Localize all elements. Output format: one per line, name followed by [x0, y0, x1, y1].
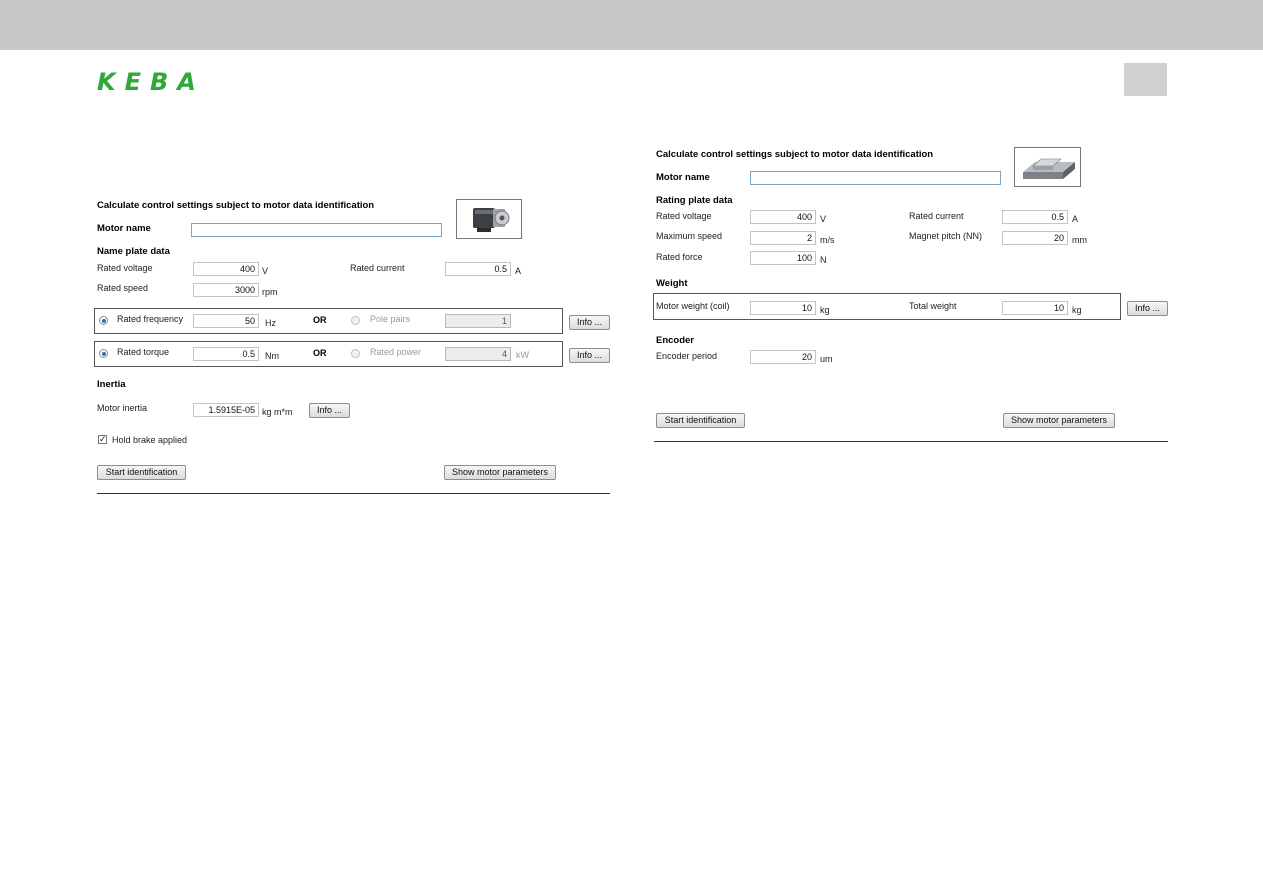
or-label: OR: [313, 315, 327, 325]
rotary-motor-icon: [456, 199, 522, 239]
motor-inertia-field[interactable]: 1.5915E-05: [193, 403, 259, 417]
right-start-identification-button[interactable]: Start identification: [656, 413, 745, 428]
rated-torque-unit: Nm: [265, 351, 279, 361]
rated-speed-unit: rpm: [262, 287, 278, 297]
r-rated-current-field[interactable]: 0.5: [1002, 210, 1068, 224]
r-rated-voltage-field[interactable]: 400: [750, 210, 816, 224]
left-motor-name-field[interactable]: [191, 223, 442, 237]
frequency-info-button[interactable]: Info ...: [569, 315, 610, 330]
rated-speed-label: Rated speed: [97, 283, 149, 293]
pole-pairs-field[interactable]: 1: [445, 314, 511, 328]
r-rated-current-unit: A: [1072, 214, 1079, 224]
motor-inertia-label: Motor inertia: [97, 403, 148, 413]
motor-weight-label: Motor weight (coil): [656, 301, 730, 311]
rated-voltage-label: Rated voltage: [97, 263, 153, 273]
left-divider: [97, 493, 610, 494]
rated-frequency-label: Rated frequency: [117, 314, 184, 324]
left-show-motor-parameters-button[interactable]: Show motor parameters: [444, 465, 556, 480]
encoder-period-unit: um: [820, 354, 833, 364]
rated-voltage-field[interactable]: 400: [193, 262, 259, 276]
r-rated-voltage-unit: V: [820, 214, 827, 224]
rated-power-radio[interactable]: [351, 349, 360, 358]
weight-info-button[interactable]: Info ...: [1127, 301, 1168, 316]
right-title: Calculate control settings subject to mo…: [656, 149, 934, 160]
max-speed-label: Maximum speed: [656, 231, 723, 241]
page-number-box: [1124, 63, 1167, 96]
right-motor-name-label: Motor name: [656, 172, 710, 183]
max-speed-unit: m/s: [820, 235, 835, 245]
rated-power-label: Rated power: [370, 347, 422, 357]
hold-brake-checkbox[interactable]: ✓: [98, 435, 107, 444]
encoder-period-field[interactable]: 20: [750, 350, 816, 364]
rated-force-label: Rated force: [656, 252, 703, 262]
r-rated-current-label: Rated current: [909, 211, 964, 221]
rated-frequency-radio[interactable]: [99, 316, 108, 325]
rated-frequency-unit: Hz: [265, 318, 276, 328]
inertia-info-button[interactable]: Info ...: [309, 403, 350, 418]
left-motor-name-label: Motor name: [97, 223, 151, 234]
right-divider: [654, 441, 1168, 442]
keba-logo: KEBA: [97, 68, 205, 96]
r-rated-voltage-label: Rated voltage: [656, 211, 712, 221]
magnet-pitch-unit: mm: [1072, 235, 1087, 245]
hold-brake-label: Hold brake applied: [112, 435, 188, 445]
total-weight-unit: kg: [1072, 305, 1082, 315]
or-label: OR: [313, 348, 327, 358]
rated-frequency-field[interactable]: 50: [193, 314, 259, 328]
rated-force-field[interactable]: 100: [750, 251, 816, 265]
total-weight-label: Total weight: [909, 301, 957, 311]
rated-torque-radio[interactable]: [99, 349, 108, 358]
left-start-identification-button[interactable]: Start identification: [97, 465, 186, 480]
max-speed-field[interactable]: 2: [750, 231, 816, 245]
motor-weight-unit: kg: [820, 305, 830, 315]
encoder-period-label: Encoder period: [656, 351, 718, 361]
rated-speed-field[interactable]: 3000: [193, 283, 259, 297]
linear-motor-icon: [1014, 147, 1081, 187]
right-show-motor-parameters-button[interactable]: Show motor parameters: [1003, 413, 1115, 428]
torque-info-button[interactable]: Info ...: [569, 348, 610, 363]
motor-weight-field[interactable]: 10: [750, 301, 816, 315]
magnet-pitch-field[interactable]: 20: [1002, 231, 1068, 245]
top-banner: [0, 0, 1263, 50]
pole-pairs-radio[interactable]: [351, 316, 360, 325]
rated-power-unit: kW: [516, 350, 529, 360]
magnet-pitch-label: Magnet pitch (NN): [909, 231, 983, 241]
rated-force-unit: N: [820, 255, 827, 265]
left-title: Calculate control settings subject to mo…: [97, 200, 375, 211]
rated-torque-field[interactable]: 0.5: [193, 347, 259, 361]
rated-voltage-unit: V: [262, 266, 269, 276]
rated-power-field[interactable]: 4: [445, 347, 511, 361]
nameplate-header: Name plate data: [97, 246, 170, 257]
motor-inertia-unit: kg m*m: [262, 407, 293, 417]
rating-header: Rating plate data: [656, 195, 733, 206]
rated-current-label: Rated current: [350, 263, 405, 273]
inertia-header: Inertia: [97, 379, 126, 390]
rated-torque-label: Rated torque: [117, 347, 170, 357]
pole-pairs-label: Pole pairs: [370, 314, 411, 324]
encoder-header: Encoder: [656, 335, 695, 346]
right-motor-name-field[interactable]: [750, 171, 1001, 185]
rated-current-unit: A: [515, 266, 522, 276]
weight-header: Weight: [656, 278, 688, 289]
total-weight-field[interactable]: 10: [1002, 301, 1068, 315]
rated-current-field[interactable]: 0.5: [445, 262, 511, 276]
